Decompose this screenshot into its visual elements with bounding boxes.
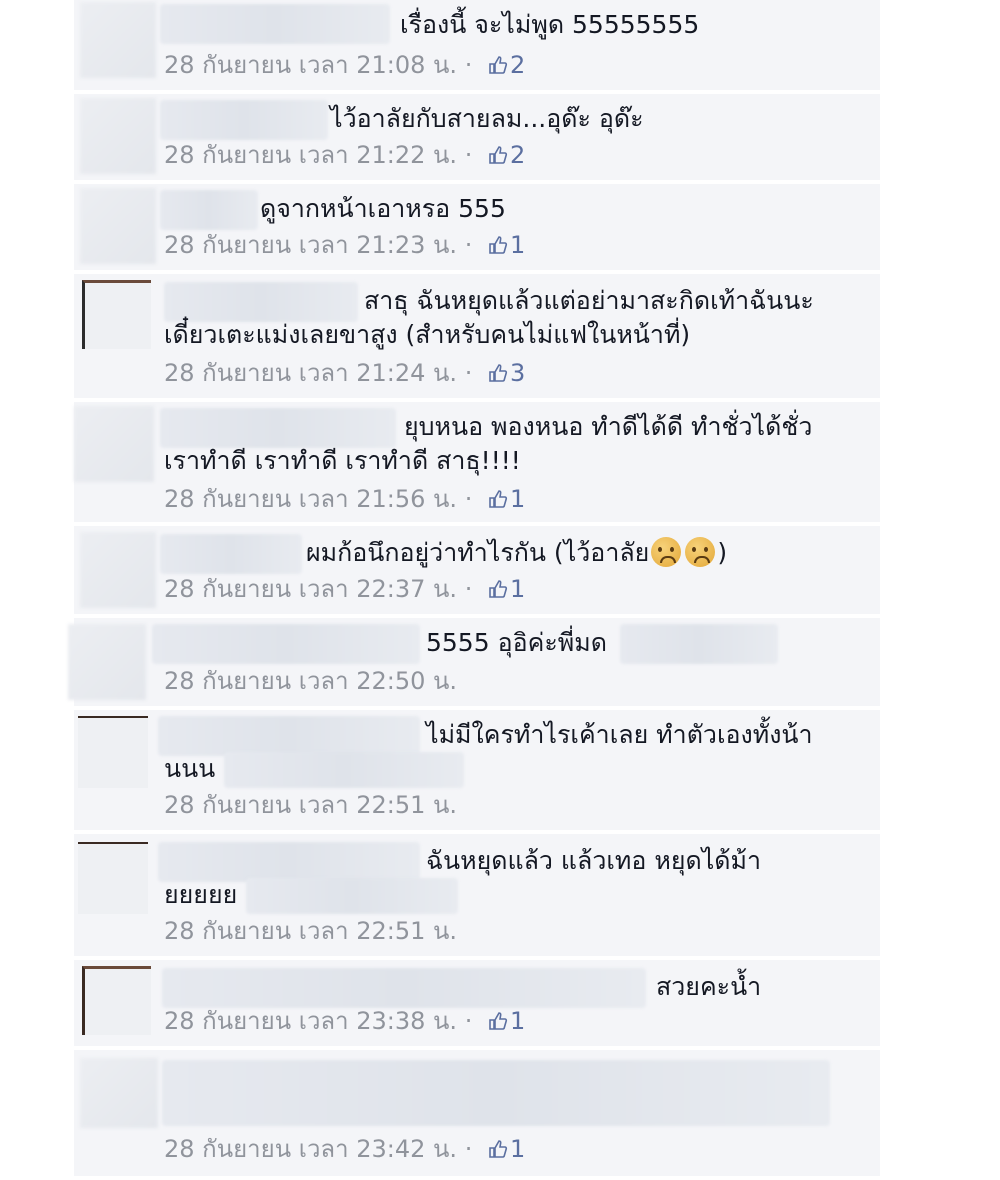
avatar[interactable] bbox=[82, 966, 151, 1035]
commenter-name-redacted[interactable] bbox=[160, 100, 328, 140]
comment-meta: 28 กันยายน เวลา 21:56 น. · 1 bbox=[164, 484, 525, 514]
separator: · bbox=[464, 1135, 473, 1163]
like-count[interactable]: 1 bbox=[488, 1007, 525, 1035]
thumbs-up-icon bbox=[489, 1140, 508, 1158]
thumbs-up-icon bbox=[489, 56, 508, 74]
like-count[interactable]: 1 bbox=[488, 485, 525, 513]
comment-meta: 28 กันยายน เวลา 22:50 น. bbox=[164, 666, 457, 696]
avatar[interactable] bbox=[74, 406, 154, 482]
comment-text: สาธุ ฉันหยุดแล้วแต่อย่ามาสะกิดเท้าฉันนะ bbox=[364, 286, 814, 315]
avatar[interactable] bbox=[80, 532, 156, 608]
comment-timestamp[interactable]: 28 กันยายน เวลา 21:56 น. bbox=[164, 485, 457, 513]
like-count[interactable]: 1 bbox=[488, 1135, 525, 1163]
comment-timestamp[interactable]: 28 กันยายน เวลา 22:51 น. bbox=[164, 917, 457, 945]
avatar[interactable] bbox=[68, 624, 146, 700]
like-count[interactable]: 1 bbox=[488, 231, 525, 259]
frowning-face-icon bbox=[685, 537, 716, 567]
comment-text-line2: ยยยยย bbox=[164, 880, 238, 909]
comment-text: ไว้อาลัยกับสายลม...อุด๊ะ อุด๊ะ bbox=[330, 104, 644, 133]
comment-item: เรื่องนี้ จะไม่พูด 55555555 28 กันยายน เ… bbox=[74, 0, 880, 90]
comment-text-line2: นนน bbox=[164, 754, 216, 783]
avatar[interactable] bbox=[80, 98, 156, 174]
comment-timestamp[interactable]: 28 กันยายน เวลา 23:42 น. bbox=[164, 1135, 457, 1163]
separator: · bbox=[464, 575, 473, 603]
comment-text: 5555 อุอิค่ะพี่มด bbox=[426, 628, 607, 657]
comment-meta: 28 กันยายน เวลา 23:38 น. · 1 bbox=[164, 1006, 525, 1036]
thumbs-up-icon bbox=[489, 364, 508, 382]
comment-list: เรื่องนี้ จะไม่พูด 55555555 28 กันยายน เ… bbox=[68, 0, 880, 1180]
comment-text: ผมก้อนึกอยู่ว่าทำไรกัน (ไว้อาลัย) bbox=[306, 537, 728, 567]
separator: · bbox=[464, 141, 473, 169]
commenter-name-redacted[interactable] bbox=[162, 968, 646, 1008]
tagged-name-redacted[interactable] bbox=[224, 752, 464, 788]
comment-meta: 28 กันยายน เวลา 21:23 น. · 1 bbox=[164, 230, 525, 260]
comment-timestamp[interactable]: 28 กันยายน เวลา 21:23 น. bbox=[164, 231, 457, 259]
avatar[interactable] bbox=[78, 842, 148, 914]
commenter-name-redacted[interactable] bbox=[160, 4, 390, 44]
comment-timestamp[interactable]: 28 กันยายน เวลา 21:08 น. bbox=[164, 51, 457, 79]
comment-text: ฉันหยุดแล้ว แล้วเทอ หยุดได้ม้า bbox=[426, 846, 762, 875]
comment-timestamp[interactable]: 28 กันยายน เวลา 22:37 น. bbox=[164, 575, 457, 603]
commenter-name-redacted[interactable] bbox=[158, 842, 420, 882]
thumbs-up-icon bbox=[489, 236, 508, 254]
commenter-name-redacted[interactable] bbox=[160, 190, 258, 230]
comment-meta: 28 กันยายน เวลา 21:24 น. · 3 bbox=[164, 358, 525, 388]
avatar[interactable] bbox=[80, 2, 156, 78]
comment-meta: 28 กันยายน เวลา 22:51 น. bbox=[164, 790, 457, 820]
avatar[interactable] bbox=[80, 1058, 158, 1128]
commenter-name-redacted[interactable] bbox=[164, 282, 358, 322]
comment-timestamp[interactable]: 28 กันยายน เวลา 21:24 น. bbox=[164, 359, 457, 387]
thumbs-up-icon bbox=[489, 580, 508, 598]
comment-text: เรื่องนี้ จะไม่พูด 55555555 bbox=[400, 10, 700, 39]
comment-item: สาธุ ฉันหยุดแล้วแต่อย่ามาสะกิดเท้าฉันนะ … bbox=[74, 274, 880, 398]
comment-timestamp[interactable]: 28 กันยายน เวลา 23:38 น. bbox=[164, 1007, 457, 1035]
comment-item: ยุบหนอ พองหนอ ทำดีได้ดี ทำชั่วได้ชั่ว เร… bbox=[74, 402, 880, 522]
commenter-name-redacted[interactable] bbox=[152, 624, 420, 664]
separator: · bbox=[464, 359, 473, 387]
comment-item: ดูจากหน้าเอาหรอ 555 28 กันยายน เวลา 21:2… bbox=[74, 184, 880, 270]
comment-timestamp[interactable]: 28 กันยายน เวลา 21:22 น. bbox=[164, 141, 457, 169]
tagged-name-redacted[interactable] bbox=[246, 878, 458, 914]
comment-meta: 28 กันยายน เวลา 22:37 น. · 1 bbox=[164, 574, 525, 604]
comment-item: 5555 อุอิค่ะพี่มด 28 กันยายน เวลา 22:50 … bbox=[68, 618, 880, 706]
comment-timestamp[interactable]: 28 กันยายน เวลา 22:50 น. bbox=[164, 667, 457, 695]
separator: · bbox=[464, 1007, 473, 1035]
comment-text: สวยคะน้ำ bbox=[656, 972, 762, 1001]
like-count[interactable]: 3 bbox=[488, 359, 525, 387]
commenter-name-redacted[interactable] bbox=[160, 408, 396, 448]
separator: · bbox=[464, 231, 473, 259]
separator: · bbox=[464, 51, 473, 79]
comment-item: ผมก้อนึกอยู่ว่าทำไรกัน (ไว้อาลัย) 28 กัน… bbox=[74, 526, 880, 614]
separator: · bbox=[464, 485, 473, 513]
avatar[interactable] bbox=[82, 280, 151, 349]
tagged-name-redacted[interactable] bbox=[620, 624, 778, 664]
comment-text: ยุบหนอ พองหนอ ทำดีได้ดี ทำชั่วได้ชั่ว bbox=[404, 412, 813, 441]
comment-meta: 28 กันยายน เวลา 21:22 น. · 2 bbox=[164, 140, 525, 170]
like-count[interactable]: 2 bbox=[488, 51, 525, 79]
commenter-name-redacted[interactable] bbox=[160, 534, 302, 574]
avatar[interactable] bbox=[78, 716, 148, 788]
comment-text-line2: เดี๋ยวเตะแม่งเลยขาสูง (สำหรับคนไม่แฟในหน… bbox=[164, 320, 691, 349]
comment-meta: 28 กันยายน เวลา 21:08 น. · 2 bbox=[164, 50, 525, 80]
comment-item: ไม่มีใครทำไรเค้าเลย ทำตัวเองทั้งน้า นนน … bbox=[74, 710, 880, 830]
comment-text: ดูจากหน้าเอาหรอ 555 bbox=[260, 194, 506, 223]
comment-item: ฉันหยุดแล้ว แล้วเทอ หยุดได้ม้า ยยยยย 28 … bbox=[74, 834, 880, 956]
comment-text-line2: เราทำดี เราทำดี เราทำดี สาธุ!!!! bbox=[164, 446, 521, 475]
comment-content-redacted[interactable] bbox=[162, 1060, 830, 1126]
avatar[interactable] bbox=[80, 188, 156, 264]
thumbs-up-icon bbox=[489, 146, 508, 164]
comment-timestamp[interactable]: 28 กันยายน เวลา 22:51 น. bbox=[164, 791, 457, 819]
frowning-face-icon bbox=[651, 537, 682, 567]
comment-meta: 28 กันยายน เวลา 23:42 น. · 1 bbox=[164, 1134, 525, 1164]
like-count[interactable]: 2 bbox=[488, 141, 525, 169]
comment-item: ไว้อาลัยกับสายลม...อุด๊ะ อุด๊ะ 28 กันยาย… bbox=[74, 94, 880, 180]
thumbs-up-icon bbox=[489, 490, 508, 508]
commenter-name-redacted[interactable] bbox=[158, 716, 420, 756]
comment-item: สวยคะน้ำ 28 กันยายน เวลา 23:38 น. · 1 bbox=[74, 960, 880, 1046]
comment-meta: 28 กันยายน เวลา 22:51 น. bbox=[164, 916, 457, 946]
like-count[interactable]: 1 bbox=[488, 575, 525, 603]
thumbs-up-icon bbox=[489, 1012, 508, 1030]
comment-text: ไม่มีใครทำไรเค้าเลย ทำตัวเองทั้งน้า bbox=[426, 720, 813, 749]
comment-item: 28 กันยายน เวลา 23:42 น. · 1 bbox=[74, 1050, 880, 1176]
